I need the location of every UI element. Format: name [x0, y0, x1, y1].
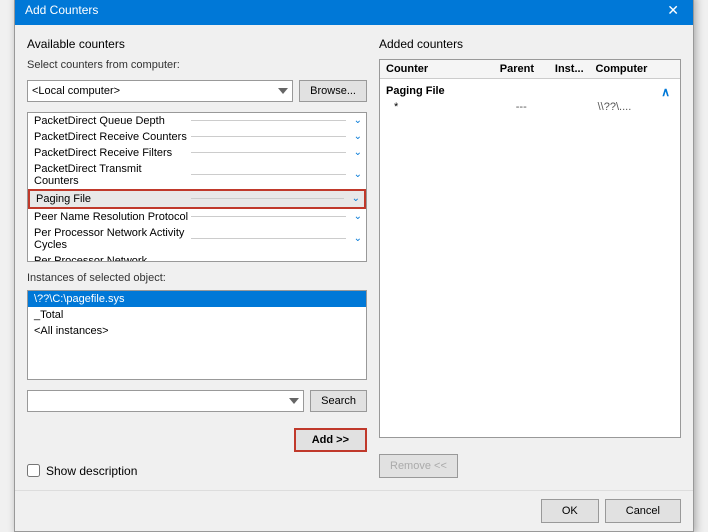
counter-list-item[interactable]: PacketDirect Receive Filters ⌄	[28, 145, 366, 161]
added-counters-header: Counter Parent Inst... Computer	[380, 60, 680, 79]
added-counter-row: * --- \\??\....	[386, 99, 674, 115]
added-counters-box: Counter Parent Inst... Computer Paging F…	[379, 59, 681, 438]
search-button[interactable]: Search	[310, 390, 367, 412]
counter-item-divider	[191, 152, 346, 153]
search-row: Search	[27, 390, 367, 412]
counter-item-text: Peer Name Resolution Protocol	[34, 211, 189, 223]
show-description-label: Show description	[46, 464, 137, 478]
computer-select[interactable]: <Local computer>	[27, 80, 293, 102]
dialog-title: Add Counters	[25, 3, 98, 17]
chevron-down-icon: ⌄	[354, 115, 362, 126]
show-description-row: Show description	[27, 464, 367, 478]
cancel-button[interactable]: Cancel	[605, 499, 681, 523]
counter-item-text: PacketDirect Transmit Counters	[34, 163, 189, 187]
counter-list-item[interactable]: Paging File ⌄	[28, 189, 366, 209]
counter-item-text: Per Processor Network Activity Cycles	[34, 227, 189, 251]
search-select[interactable]	[27, 390, 304, 412]
instances-list: \??\C:\pagefile.sys_Total<All instances>	[27, 290, 367, 380]
counter-item-text: Paging File	[36, 193, 189, 205]
add-counters-dialog: Add Counters ✕ Available counters Select…	[14, 0, 694, 532]
chevron-down-icon: ⌄	[354, 131, 362, 142]
chevron-down-icon: ⌄	[354, 261, 362, 262]
counter-list-item[interactable]: Per Processor Network Interface Card Act…	[28, 253, 366, 262]
counter-item-text: Per Processor Network Interface Card Act…	[34, 255, 189, 262]
col-counter-header: Counter	[386, 63, 491, 75]
close-button[interactable]: ✕	[663, 3, 683, 17]
col-parent-header: Parent	[491, 63, 543, 75]
counter-item-divider	[191, 198, 344, 199]
counter-list-item[interactable]: PacketDirect Queue Depth ⌄	[28, 113, 366, 129]
title-bar: Add Counters ✕	[15, 0, 693, 25]
chevron-down-icon: ⌄	[354, 169, 362, 180]
counter-item-text: PacketDirect Receive Counters	[34, 131, 189, 143]
counter-item-divider	[191, 238, 346, 239]
left-panel: Available counters Select counters from …	[27, 37, 367, 478]
counter-item-divider	[191, 174, 346, 175]
chevron-up-icon: ∧	[661, 85, 670, 99]
counter-list-item[interactable]: PacketDirect Transmit Counters ⌄	[28, 161, 366, 189]
col-inst-header: Inst...	[543, 63, 595, 75]
counter-item-divider	[191, 216, 346, 217]
computer-row: <Local computer> Browse...	[27, 80, 367, 102]
counter-item-text: PacketDirect Queue Depth	[34, 115, 189, 127]
dialog-body: Available counters Select counters from …	[15, 25, 693, 490]
right-panel: Added counters Counter Parent Inst... Co…	[379, 37, 681, 478]
footer-buttons: OK Cancel	[15, 490, 693, 531]
ok-button[interactable]: OK	[541, 499, 599, 523]
chevron-down-icon: ⌄	[352, 193, 360, 204]
counter-list-item[interactable]: PacketDirect Receive Counters ⌄	[28, 129, 366, 145]
counter-list-item[interactable]: Per Processor Network Activity Cycles ⌄	[28, 225, 366, 253]
counters-list: PacketDirect Queue Depth⌄PacketDirect Re…	[27, 112, 367, 262]
added-group-label: Paging File∧	[386, 83, 674, 99]
added-counters-body: Paging File∧ * --- \\??\....	[380, 79, 680, 437]
instances-label: Instances of selected object:	[27, 272, 367, 284]
counter-item-divider	[191, 136, 346, 137]
browse-button[interactable]: Browse...	[299, 80, 367, 102]
added-counter-computer: \\??\....	[598, 101, 674, 113]
added-counters-label: Added counters	[379, 37, 681, 51]
show-description-checkbox[interactable]	[27, 464, 40, 477]
chevron-down-icon: ⌄	[354, 147, 362, 158]
added-counter-parent: ---	[496, 101, 547, 113]
added-counter-name: *	[394, 101, 496, 113]
remove-button[interactable]: Remove <<	[379, 454, 458, 478]
chevron-down-icon: ⌄	[354, 211, 362, 222]
available-counters-label: Available counters	[27, 37, 367, 51]
instance-list-item[interactable]: _Total	[28, 307, 366, 323]
select-from-label: Select counters from computer:	[27, 59, 367, 71]
added-counter-inst	[547, 101, 598, 113]
counter-item-divider	[191, 120, 346, 121]
add-button[interactable]: Add >>	[294, 428, 367, 452]
instance-list-item[interactable]: <All instances>	[28, 323, 366, 339]
chevron-down-icon: ⌄	[354, 233, 362, 244]
counter-item-text: PacketDirect Receive Filters	[34, 147, 189, 159]
col-computer-header: Computer	[595, 63, 674, 75]
counter-list-item[interactable]: Peer Name Resolution Protocol ⌄	[28, 209, 366, 225]
instance-list-item[interactable]: \??\C:\pagefile.sys	[28, 291, 366, 307]
